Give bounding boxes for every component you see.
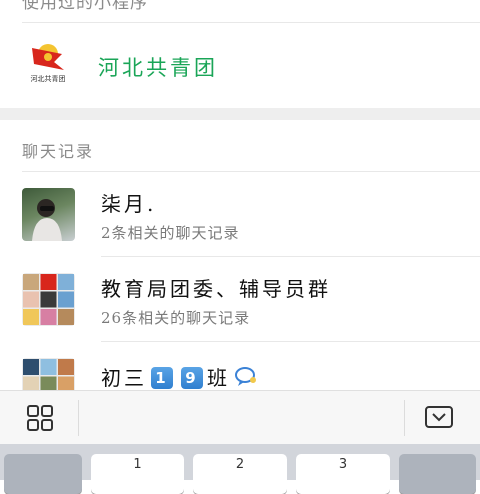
toolbar-divider (78, 400, 79, 436)
chat-match-count: 26条相关的聊天记录 (101, 309, 251, 327)
keyboard-key[interactable]: 2 (193, 454, 287, 494)
section-gap (0, 108, 480, 120)
keyboard-collapse-icon[interactable] (424, 404, 454, 432)
keycap-digit: 1 (151, 367, 173, 389)
grid-icon[interactable] (26, 404, 54, 432)
group-avatar (22, 358, 75, 390)
chat-title: 柒月. (101, 192, 157, 216)
chat-avatar (22, 188, 75, 241)
chat-result-item[interactable]: 教育局团委、辅导员群 26条相关的聊天记录 (0, 257, 480, 341)
group-avatar (22, 273, 75, 326)
keyboard-key[interactable]: 3 (296, 454, 390, 494)
chat-title-prefix: 初三 (101, 366, 147, 390)
keyboard-key-punctuation[interactable] (4, 454, 82, 494)
chat-title: 教育局团委、辅导员群 (101, 277, 331, 301)
chat-result-item[interactable]: 柒月. 2条相关的聊天记录 (0, 172, 480, 256)
keyboard-key-delete[interactable] (399, 454, 476, 494)
mini-program-name: 河北共青团 (98, 56, 218, 80)
chat-title: 初三 1 9 班 (101, 362, 258, 390)
speech-bubble-icon (234, 365, 258, 390)
recent-mini-programs-header: 使用过的小程序 (22, 0, 148, 13)
hebei-youth-league-logo: 河北共青团 (24, 40, 72, 88)
mini-program-row[interactable]: 河北共青团 河北共青团 (0, 23, 480, 108)
input-toolbar (0, 390, 480, 445)
toolbar-divider (404, 400, 405, 436)
keyboard-key[interactable]: 1 (91, 454, 184, 494)
keycap-digit: 9 (181, 367, 203, 389)
chat-records-label: 聊天记录 (22, 142, 95, 161)
chat-match-count: 2条相关的聊天记录 (101, 224, 240, 242)
chat-title-suffix: 班 (207, 366, 230, 390)
chat-result-item[interactable]: 初三 1 9 班 (0, 342, 480, 390)
logo-caption: 河北共青团 (30, 75, 66, 83)
